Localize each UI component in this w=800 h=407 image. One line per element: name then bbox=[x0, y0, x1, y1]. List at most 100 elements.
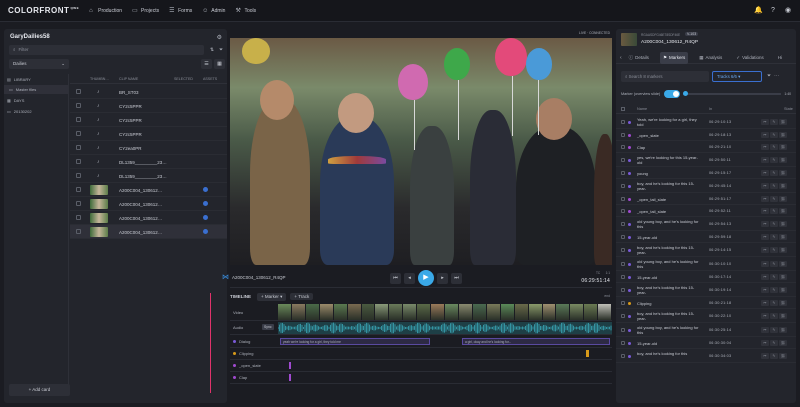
marker-row[interactable]: old young boy, and he's looking for this… bbox=[616, 257, 796, 271]
marker-checkbox[interactable] bbox=[621, 119, 625, 124]
goto-icon[interactable]: ↦ bbox=[761, 196, 769, 202]
edit-icon[interactable]: ✎ bbox=[770, 234, 778, 240]
edit-icon[interactable]: ✎ bbox=[770, 144, 778, 150]
goto-icon[interactable]: ↦ bbox=[761, 119, 769, 125]
goto-icon[interactable]: ↦ bbox=[761, 287, 769, 293]
col-thumbnail[interactable]: THUMBN… bbox=[90, 77, 109, 81]
tree-item-days[interactable]: ▦ DAYS bbox=[7, 98, 24, 103]
goto-icon[interactable]: ↦ bbox=[761, 261, 769, 267]
col-selected[interactable]: SELECTED bbox=[174, 77, 193, 81]
edit-icon[interactable]: ✎ bbox=[770, 157, 778, 163]
row-checkbox[interactable] bbox=[76, 215, 81, 220]
goto-icon[interactable]: ↦ bbox=[761, 144, 769, 150]
link-icon[interactable]: ⛓ bbox=[779, 353, 787, 359]
table-row[interactable]: A200C004_130612… bbox=[70, 225, 227, 239]
link-icon[interactable]: ⛓ bbox=[779, 208, 787, 214]
nav-item-production[interactable]: ⌂ Production bbox=[89, 8, 122, 14]
row-checkbox[interactable] bbox=[76, 103, 81, 108]
marker-checkbox[interactable] bbox=[621, 300, 625, 305]
tree-item-library[interactable]: ▤ LIBRARY bbox=[7, 77, 31, 82]
link-icon[interactable]: ⛓ bbox=[779, 170, 787, 176]
list-view-icon[interactable]: ☰ bbox=[201, 59, 212, 69]
dialog-clip[interactable]: yeah we're looking for a girl, they told… bbox=[280, 338, 430, 345]
goto-icon[interactable]: ↦ bbox=[761, 247, 769, 253]
add-card-button[interactable]: + Add card bbox=[9, 384, 70, 396]
link-icon[interactable]: ⛓ bbox=[779, 287, 787, 293]
tree-item-master-files[interactable]: ▭ Master files bbox=[4, 85, 68, 94]
marker-checkbox[interactable] bbox=[621, 183, 625, 188]
link-icon[interactable]: ⛓ bbox=[779, 313, 787, 319]
goto-icon[interactable]: ↦ bbox=[761, 300, 769, 306]
play-button[interactable]: ▶ bbox=[418, 270, 434, 286]
sync-badge[interactable]: Sync bbox=[262, 324, 274, 330]
marker-row[interactable]: boy, and he's looking for this 15-year- 0… bbox=[616, 309, 796, 323]
marker-row[interactable]: old young boy, and he's looking for this… bbox=[616, 323, 796, 337]
video-thumbnails-strip[interactable] bbox=[278, 304, 612, 320]
filter-input[interactable]: ⌕ Filter bbox=[9, 45, 204, 55]
select-all-checkbox[interactable] bbox=[621, 107, 625, 111]
marker-row[interactable]: 15-year-old 06:29:59:18 ↦ ✎ ⛓ bbox=[616, 231, 796, 243]
video-viewer[interactable] bbox=[230, 38, 612, 265]
marker-search-input[interactable]: ⌕ Search 8 markers bbox=[621, 71, 709, 82]
col-assets[interactable]: ASSETS bbox=[203, 77, 217, 81]
view-dropdown[interactable]: Dailies ⌄ bbox=[9, 59, 69, 69]
table-row[interactable]: ♪ DL1359_________23… bbox=[70, 169, 227, 183]
marker-row[interactable]: young 06:29:15:17 ↦ ✎ ⛓ bbox=[616, 167, 796, 179]
edit-icon[interactable]: ✎ bbox=[770, 208, 778, 214]
edit-icon[interactable]: ✎ bbox=[770, 119, 778, 125]
nav-item-admin[interactable]: ☺ Admin bbox=[202, 8, 225, 14]
link-icon[interactable]: ⛓ bbox=[779, 144, 787, 150]
row-checkbox[interactable] bbox=[76, 145, 81, 150]
tree-item-date[interactable]: ▭ 20130202 bbox=[7, 109, 32, 114]
marker-checkbox[interactable] bbox=[621, 144, 625, 149]
col-clip-name[interactable]: CLIP NAME bbox=[119, 77, 138, 81]
marker-checkbox[interactable] bbox=[621, 287, 625, 292]
table-row[interactable]: ♪ CY2c5PPR bbox=[70, 127, 227, 141]
link-icon[interactable]: ⛓ bbox=[779, 132, 787, 138]
marker-row[interactable]: boy, and he's looking for this 06:30:34:0… bbox=[616, 349, 796, 363]
goto-icon[interactable]: ↦ bbox=[761, 234, 769, 240]
track-open-slate[interactable]: _open_slate bbox=[230, 360, 612, 372]
col-in[interactable]: In bbox=[709, 107, 712, 111]
marker-row[interactable]: yes, we're looking for this 15-year-old 0… bbox=[616, 153, 796, 167]
edit-icon[interactable]: ✎ bbox=[770, 287, 778, 293]
table-row[interactable]: ♪ CY2ea0PR bbox=[70, 141, 227, 155]
table-row[interactable]: ♪ CY2c5PPR bbox=[70, 99, 227, 113]
add-marker-button[interactable]: + Marker ▾ bbox=[257, 292, 287, 301]
goto-icon[interactable]: ↦ bbox=[761, 208, 769, 214]
table-row[interactable]: ♪ BR_ST03 bbox=[70, 85, 227, 99]
more-icon[interactable]: ⋯ bbox=[774, 73, 782, 79]
col-state[interactable]: State bbox=[784, 107, 793, 111]
add-track-button[interactable]: + Track bbox=[290, 293, 314, 300]
step-back-icon[interactable]: ◂ bbox=[404, 272, 415, 284]
nav-item-forms[interactable]: ☰ Forms bbox=[169, 8, 192, 14]
marker-row[interactable]: old young boy, and he's looking for this… bbox=[616, 217, 796, 231]
help-icon[interactable]: ? bbox=[769, 7, 777, 15]
nav-item-tools[interactable]: ⚒ Tools bbox=[235, 8, 256, 14]
chevron-left-icon[interactable]: ‹ bbox=[620, 55, 622, 61]
marker-row[interactable]: Yeah, we're looking for a girl, they tol… bbox=[616, 115, 796, 129]
edit-icon[interactable]: ✎ bbox=[770, 300, 778, 306]
edit-icon[interactable]: ✎ bbox=[770, 247, 778, 253]
table-row[interactable]: A200C004_130612… bbox=[70, 197, 227, 211]
table-row[interactable]: A200C004_130612… bbox=[70, 183, 227, 197]
marker-row[interactable]: 15-year-old 06:30:17:14 ↦ ✎ ⛓ bbox=[616, 271, 796, 283]
nav-item-projects[interactable]: ▭ Projects bbox=[132, 8, 159, 14]
row-checkbox[interactable] bbox=[76, 159, 81, 164]
link-icon[interactable]: ⛓ bbox=[779, 340, 787, 346]
marker-row[interactable]: boy, and he's looking for this 15-year- 0… bbox=[616, 243, 796, 257]
playhead[interactable] bbox=[210, 293, 211, 393]
row-checkbox[interactable] bbox=[76, 173, 81, 178]
marker-row[interactable]: _open_slate 06:29:18:13 ↦ ✎ ⛓ bbox=[616, 129, 796, 141]
edit-icon[interactable]: ✎ bbox=[770, 132, 778, 138]
tab-validations[interactable]: ✓ Validations bbox=[733, 52, 766, 64]
row-checkbox[interactable] bbox=[76, 187, 81, 192]
user-menu-icon[interactable]: ◉ bbox=[784, 7, 792, 15]
track-clap[interactable]: Clap bbox=[230, 372, 612, 384]
link-icon[interactable]: ⛓ bbox=[779, 183, 787, 189]
marker-checkbox[interactable] bbox=[621, 221, 625, 226]
marker-row[interactable]: boy, and he's looking for this 15-year- 0… bbox=[616, 179, 796, 193]
clap-marker[interactable] bbox=[289, 374, 291, 381]
edit-icon[interactable]: ✎ bbox=[770, 353, 778, 359]
link-icon[interactable]: ⛓ bbox=[779, 327, 787, 333]
